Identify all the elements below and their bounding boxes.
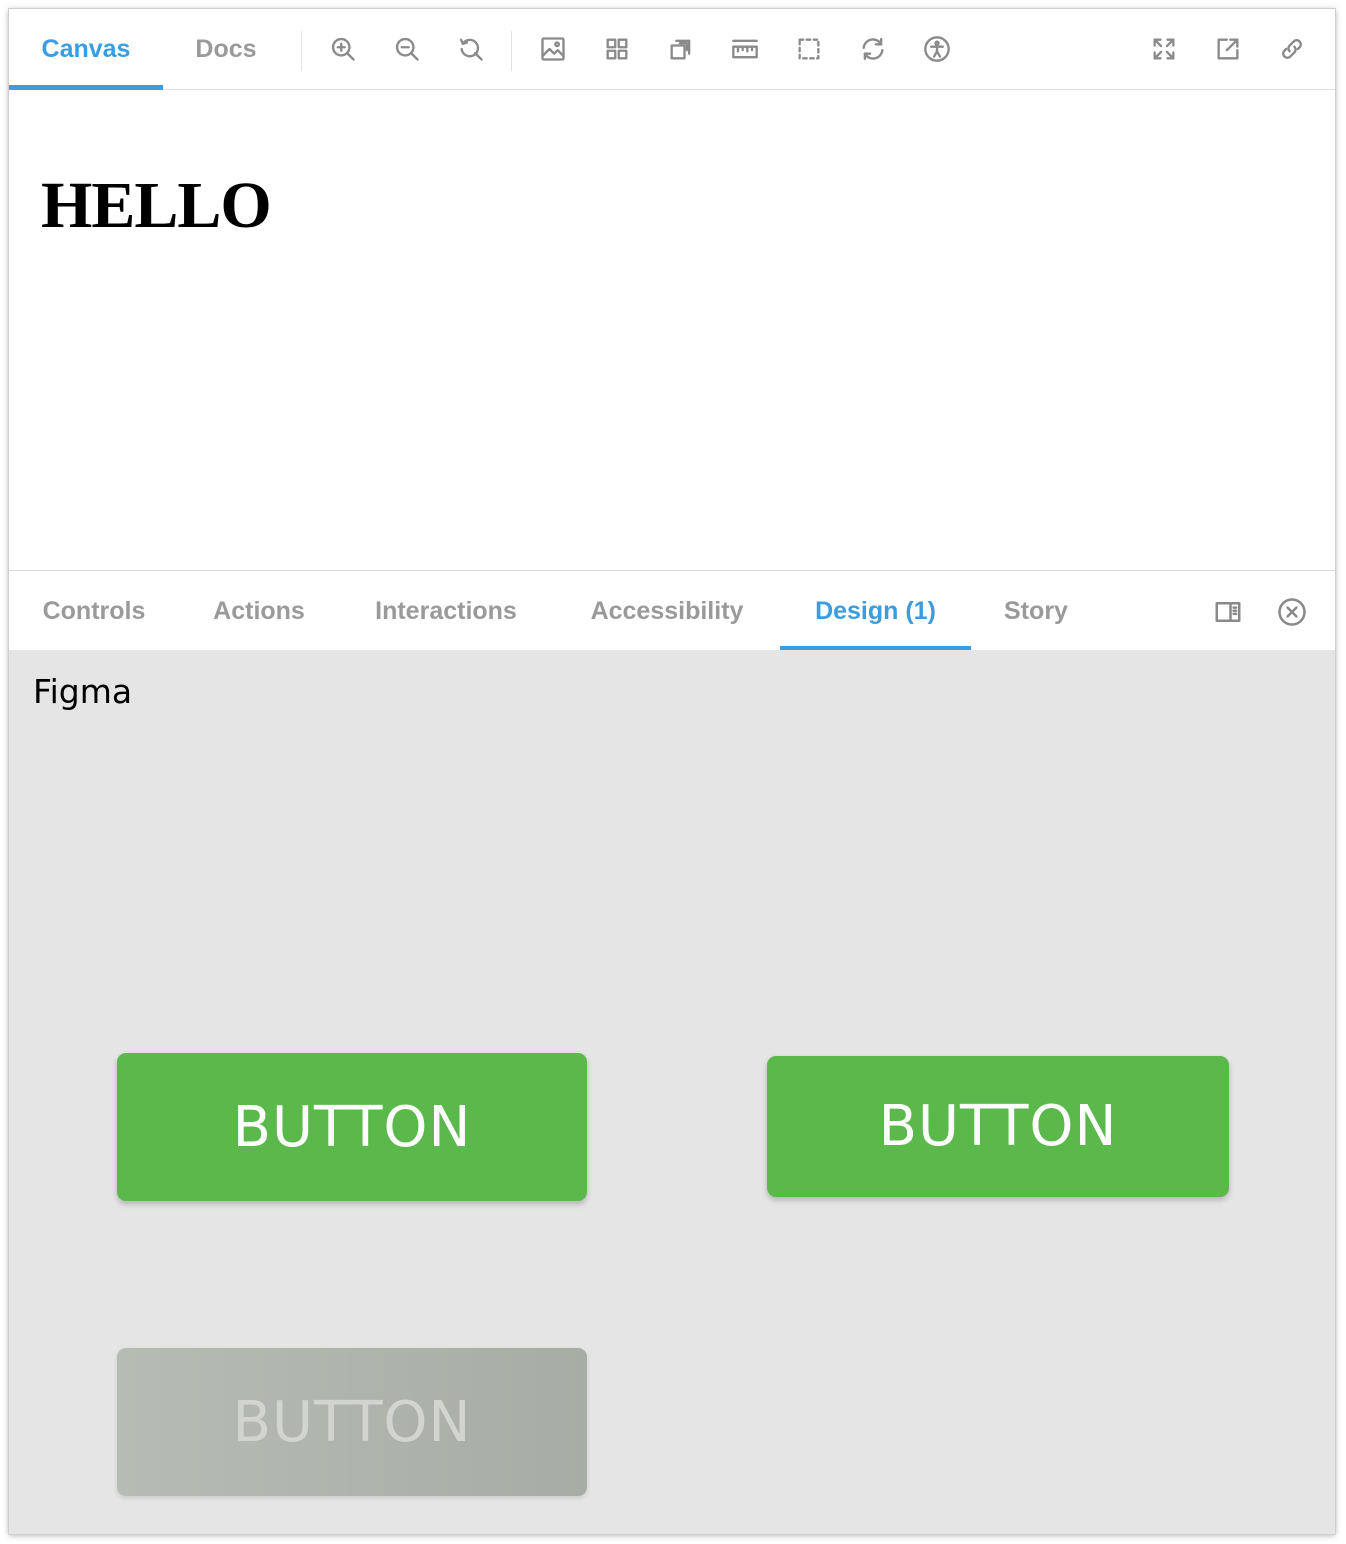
viewport-icon[interactable] xyxy=(665,33,697,65)
open-new-tab-icon[interactable] xyxy=(1212,33,1244,65)
toolbar-divider xyxy=(511,31,512,71)
toolbar-divider xyxy=(301,31,302,71)
design-panel: Figma BUTTON BUTTON BUTTON xyxy=(9,650,1335,1534)
figma-button-secondary[interactable]: BUTTON xyxy=(767,1056,1229,1197)
close-panel-icon[interactable] xyxy=(1275,595,1309,629)
tab-controls[interactable]: Controls xyxy=(9,571,179,651)
background-icon[interactable] xyxy=(537,33,569,65)
remount-icon[interactable] xyxy=(857,33,889,65)
tab-story[interactable]: Story xyxy=(971,571,1101,651)
outline-icon[interactable] xyxy=(793,33,825,65)
copy-link-icon[interactable] xyxy=(1276,33,1308,65)
tab-interactions[interactable]: Interactions xyxy=(339,571,553,651)
panel-orientation-icon[interactable] xyxy=(1211,595,1245,629)
fullscreen-icon[interactable] xyxy=(1148,33,1180,65)
canvas-preview: HELLO xyxy=(9,90,1335,570)
tab-design[interactable]: Design (1) xyxy=(780,571,971,651)
tab-actions[interactable]: Actions xyxy=(179,571,339,651)
zoom-reset-icon[interactable] xyxy=(455,33,487,65)
accessibility-icon[interactable] xyxy=(921,33,953,65)
zoom-in-icon[interactable] xyxy=(327,33,359,65)
tab-docs[interactable]: Docs xyxy=(163,9,289,89)
addons-tab-bar: Controls Actions Interactions Accessibil… xyxy=(9,570,1335,651)
zoom-out-icon[interactable] xyxy=(391,33,423,65)
grid-icon[interactable] xyxy=(601,33,633,65)
tab-canvas[interactable]: Canvas xyxy=(9,9,163,90)
tab-accessibility[interactable]: Accessibility xyxy=(553,571,781,651)
figma-source-label: Figma xyxy=(33,672,133,711)
figma-button-primary[interactable]: BUTTON xyxy=(117,1053,587,1201)
top-toolbar: Canvas Docs xyxy=(9,9,1335,90)
figma-button-disabled: BUTTON xyxy=(117,1348,587,1496)
storybook-window: Canvas Docs HELLO Controls Actions Inter… xyxy=(9,9,1335,1534)
measure-icon[interactable] xyxy=(729,33,761,65)
preview-heading: HELLO xyxy=(41,169,272,242)
